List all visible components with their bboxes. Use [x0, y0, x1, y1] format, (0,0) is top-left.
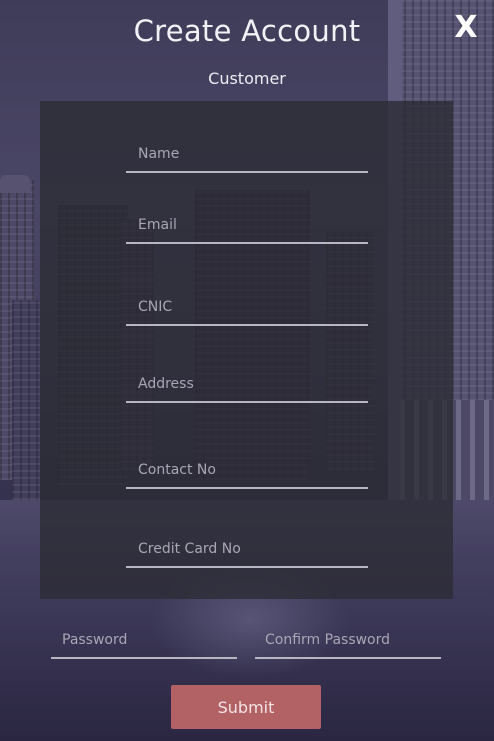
credit-card-input[interactable] [126, 532, 368, 566]
account-type-label: Customer [208, 69, 286, 88]
cnic-input[interactable] [126, 290, 368, 324]
password-input[interactable] [51, 623, 237, 657]
name-input[interactable] [126, 137, 368, 171]
name-field[interactable] [126, 137, 368, 173]
contact-no-input[interactable] [126, 453, 368, 487]
close-icon[interactable]: X [451, 8, 481, 48]
page-title: Create Account [133, 14, 361, 48]
password-field[interactable] [51, 623, 237, 659]
submit-button[interactable]: Submit [171, 685, 321, 729]
confirm-password-input[interactable] [255, 623, 441, 657]
email-field[interactable] [126, 208, 368, 244]
email-input[interactable] [126, 208, 368, 242]
address-input[interactable] [126, 367, 368, 401]
contact-no-field[interactable] [126, 453, 368, 489]
confirm-password-field[interactable] [255, 623, 441, 659]
create-account-window: Create Account X Customer Submit [0, 0, 494, 741]
address-field[interactable] [126, 367, 368, 403]
credit-card-field[interactable] [126, 532, 368, 568]
cnic-field[interactable] [126, 290, 368, 326]
form-panel [40, 101, 453, 599]
